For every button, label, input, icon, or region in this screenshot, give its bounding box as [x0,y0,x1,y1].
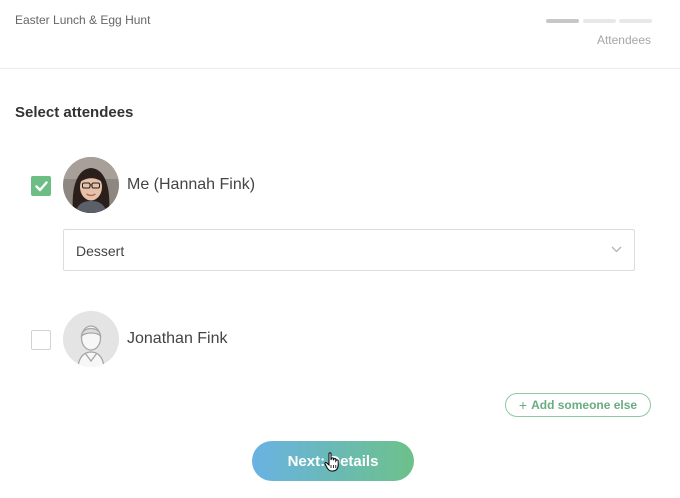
attendee-name: Me (Hannah Fink) [127,176,256,193]
progress-step-1 [546,19,579,23]
avatar [63,157,119,213]
attendee-row: Jonathan Fink [0,311,680,369]
plus-icon: + [518,397,528,413]
attendee-checkbox[interactable] [31,176,51,196]
chevron-down-icon [611,246,622,253]
hand-pointer-icon [324,452,339,472]
attendee-row: Me (Hannah Fink) [0,157,680,215]
avatar-placeholder-icon [63,311,119,367]
step-label: Attendees [596,33,651,47]
add-someone-button[interactable]: + Add someone else [505,393,651,417]
add-someone-label: Add someone else [531,398,638,412]
step-progress [546,19,652,23]
attendee-name: Jonathan Fink [127,330,228,347]
attendee-checkbox[interactable] [31,330,51,350]
event-title: Easter Lunch & Egg Hunt [15,13,151,27]
progress-step-3 [619,19,652,23]
check-icon [35,181,48,192]
section-title: Select attendees [15,104,134,121]
header: Easter Lunch & Egg Hunt Attendees [0,0,680,69]
dish-select-value: Dessert [76,243,125,259]
dish-select[interactable]: Dessert [63,229,635,271]
progress-step-2 [583,19,616,23]
